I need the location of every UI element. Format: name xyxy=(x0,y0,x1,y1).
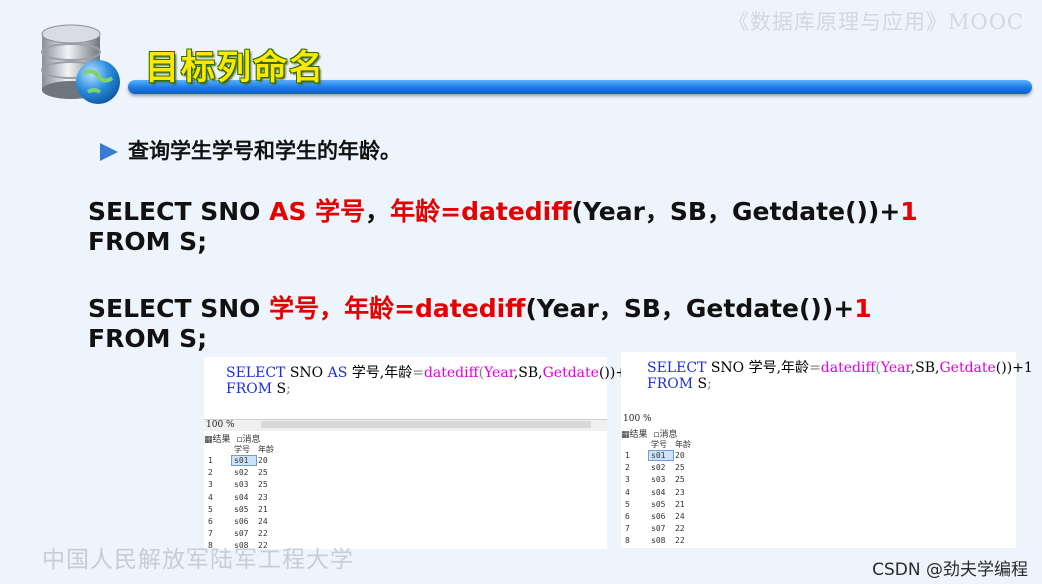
sql2-alias: 学号，年龄=datediff xyxy=(269,294,526,323)
sql2-one: 1 xyxy=(854,294,872,323)
row-number: 5 xyxy=(208,504,213,514)
row-number: 4 xyxy=(208,492,213,502)
sql1-comma: ， xyxy=(365,197,391,226)
cell-sno[interactable]: s03 xyxy=(232,480,256,489)
sql-example-2: SELECT SNO 学号，年龄=datediff(Year，SB，Getdat… xyxy=(88,294,872,354)
cell-age[interactable]: 22 xyxy=(258,529,268,538)
slide-title: 目标列命名 xyxy=(145,48,325,88)
column-header-xuehao[interactable]: 学号 xyxy=(232,444,256,455)
cell-age[interactable]: 25 xyxy=(675,463,685,472)
column-header-nianling[interactable]: 年龄 xyxy=(675,439,691,450)
left-hscrollbar[interactable] xyxy=(260,421,591,428)
sql1-one: 1 xyxy=(900,197,918,226)
right-results-grid: 学号 年龄 1 s01 20 2 s02 25 3 s03 25 4 s04 23 5 s05 21 6 s06 24… xyxy=(621,439,1016,547)
row-number: 6 xyxy=(208,517,213,526)
cell-age[interactable]: 25 xyxy=(258,480,268,489)
left-query-screenshot: SELECT SNO AS 学号,年龄=datediff(Year,SB,Get… xyxy=(204,357,636,550)
right-editor[interactable]: SELECT SNO 学号,年龄=datediff(Year,SB,Getdat… xyxy=(621,352,1033,412)
cell-sno[interactable]: s04 xyxy=(232,493,256,502)
left-editor[interactable]: SELECT SNO AS 学号,年龄=datediff(Year,SB,Get… xyxy=(204,357,636,417)
cell-sno[interactable]: s07 xyxy=(649,524,673,533)
database-globe-icon xyxy=(41,24,120,104)
left-editor-line1: SELECT SNO AS 学号,年龄=datediff(Year,SB,Get… xyxy=(226,365,636,381)
row-number: 2 xyxy=(625,463,630,473)
row-number: 3 xyxy=(625,475,630,485)
bullet-text: 查询学生学号和学生的年龄。 xyxy=(128,139,401,163)
cell-age[interactable]: 22 xyxy=(675,524,685,533)
sql2-line1: SELECT SNO 学号，年龄=datediff(Year，SB，Getdat… xyxy=(88,294,872,324)
row-number: 3 xyxy=(208,480,213,490)
cell-sno[interactable]: s05 xyxy=(649,500,673,509)
sql1-args: (Year，SB，Getdate())+ xyxy=(571,197,901,226)
right-query-screenshot: SELECT SNO 学号,年龄=datediff(Year,SB,Getdat… xyxy=(621,352,1033,548)
cell-age[interactable]: 24 xyxy=(258,517,268,526)
row-number: 1 xyxy=(625,451,630,460)
right-zoom-row: 100 % xyxy=(621,414,1016,425)
sql2-line2: FROM S; xyxy=(88,324,208,353)
cell-age[interactable]: 25 xyxy=(258,468,268,477)
right-editor-line2: FROM S; xyxy=(647,376,712,392)
cell-sno[interactable]: s06 xyxy=(232,517,256,526)
sql1-line1: SELECT SNO AS 学号，年龄=datediff(Year，SB，Get… xyxy=(88,197,918,227)
row-number: 8 xyxy=(625,536,630,546)
cell-sno[interactable]: s02 xyxy=(232,468,256,477)
slide: 《数据库原理与应用》MOOC 目标列命名 查询学生学号和学生的年龄。 SELEC… xyxy=(0,0,1042,584)
cell-age[interactable]: 21 xyxy=(675,500,685,509)
column-header-nianling[interactable]: 年龄 xyxy=(258,444,274,455)
cell-age[interactable]: 24 xyxy=(675,512,685,521)
cell-age[interactable]: 22 xyxy=(675,536,685,545)
column-header-xuehao[interactable]: 学号 xyxy=(649,439,673,450)
course-name: 《数据库原理与应用》MOOC xyxy=(727,10,1024,34)
university-watermark: 中国人民解放军陆军工程大学 xyxy=(42,547,354,573)
cell-age[interactable]: 20 xyxy=(675,451,685,460)
row-number: 7 xyxy=(625,524,630,534)
row-number: 2 xyxy=(208,468,213,478)
left-results-grid: 学号 年龄 1 s01 20 2 s02 25 3 s03 25 4 s04 23 5 s05 21 6 s06 24… xyxy=(204,444,607,550)
cell-sno[interactable]: s05 xyxy=(232,505,256,514)
bullet-point: 查询学生学号和学生的年龄。 xyxy=(100,135,401,165)
left-zoom-select[interactable]: 100 % xyxy=(204,420,235,430)
cell-age[interactable]: 25 xyxy=(675,475,685,484)
sql1-datediff: 年龄=datediff xyxy=(390,197,572,226)
cell-sno[interactable]: s07 xyxy=(232,529,256,538)
row-number: 7 xyxy=(208,529,213,539)
triangle-bullet-icon xyxy=(100,143,118,161)
sql2-select: SELECT SNO xyxy=(88,294,270,323)
cell-sno[interactable]: s06 xyxy=(649,512,673,521)
cell-age[interactable]: 23 xyxy=(675,488,685,497)
row-number: 6 xyxy=(625,512,630,521)
sql1-line2: FROM S; xyxy=(88,227,208,256)
row-number: 1 xyxy=(208,456,213,465)
cell-sno[interactable]: s01 xyxy=(231,455,257,466)
row-number: 4 xyxy=(625,487,630,497)
csdn-credit: CSDN @劲夫学编程 xyxy=(872,560,1028,580)
sql1-alias: AS 学号 xyxy=(269,197,366,226)
left-editor-line2: FROM S; xyxy=(226,381,291,397)
cell-sno[interactable]: s04 xyxy=(649,488,673,497)
cell-sno[interactable]: s02 xyxy=(649,463,673,472)
cell-sno[interactable]: s03 xyxy=(649,475,673,484)
sql1-select: SELECT SNO xyxy=(88,197,270,226)
sql-example-1: SELECT SNO AS 学号，年龄=datediff(Year，SB，Get… xyxy=(88,197,918,257)
left-zoom-row: 100 % xyxy=(204,419,607,431)
cell-age[interactable]: 20 xyxy=(258,456,268,465)
row-number: 5 xyxy=(625,499,630,509)
right-zoom-select[interactable]: 100 % xyxy=(621,414,652,424)
cell-age[interactable]: 21 xyxy=(258,505,268,514)
cell-sno[interactable]: s01 xyxy=(648,450,674,461)
sql2-args: (Year，SB，Getdate())+ xyxy=(525,294,855,323)
right-editor-line1: SELECT SNO 学号,年龄=datediff(Year,SB,Getdat… xyxy=(647,360,1033,376)
cell-sno[interactable]: s08 xyxy=(649,536,673,545)
cell-age[interactable]: 23 xyxy=(258,493,268,502)
